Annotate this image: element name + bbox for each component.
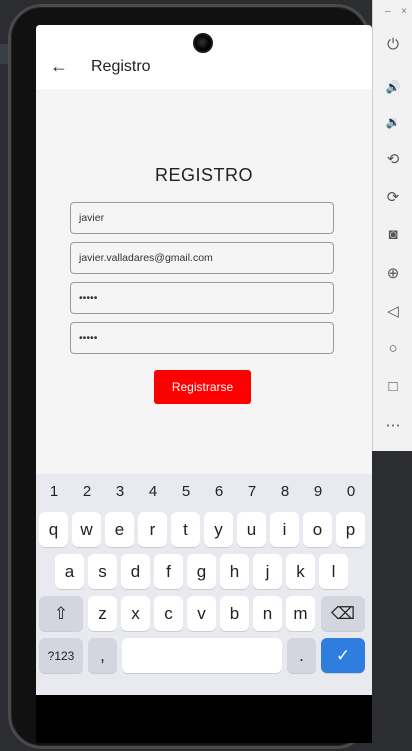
more-icon[interactable]: ⋯ (373, 416, 412, 434)
key-k[interactable]: k (286, 554, 315, 589)
rotate-right-icon[interactable]: ⟳ (373, 188, 412, 206)
front-camera (193, 33, 213, 53)
key-c[interactable]: c (154, 596, 183, 631)
key-d[interactable]: d (121, 554, 150, 589)
key-v[interactable]: v (187, 596, 216, 631)
volume-down-icon[interactable]: 🔉 (373, 115, 412, 129)
app-bar-title: Registro (91, 58, 151, 75)
key-u[interactable]: u (237, 512, 266, 547)
key-j[interactable]: j (253, 554, 282, 589)
zoom-icon[interactable]: ⊕ (373, 264, 412, 282)
backspace-key-icon[interactable]: ⌫ (321, 596, 365, 631)
overview-icon[interactable]: □ (373, 378, 412, 395)
key-z[interactable]: z (88, 596, 117, 631)
navigation-bar (36, 695, 372, 743)
key-y[interactable]: y (204, 512, 233, 547)
key-p[interactable]: p (336, 512, 365, 547)
key-s[interactable]: s (88, 554, 117, 589)
phone-frame: ← Registro REGISTRO javier javier.vallad… (8, 4, 372, 749)
key-8[interactable]: 8 (269, 480, 301, 504)
comma-key[interactable]: , (88, 638, 117, 673)
key-b[interactable]: b (220, 596, 249, 631)
back-arrow-icon[interactable]: ← (50, 57, 68, 75)
home-icon[interactable]: ○ (373, 340, 412, 357)
confirm-password-field[interactable]: ••••• (70, 322, 334, 354)
key-h[interactable]: h (220, 554, 249, 589)
power-icon[interactable]: ⏻ (373, 36, 412, 53)
key-o[interactable]: o (303, 512, 332, 547)
emulator-toolbar: – × ⏻ 🔊 🔉 ⟲ ⟳ ◙ ⊕ ◁ ○ □ ⋯ (372, 0, 412, 451)
close-icon[interactable]: × (401, 6, 407, 17)
enter-check-icon[interactable]: ✓ (321, 638, 365, 673)
key-4[interactable]: 4 (137, 480, 169, 504)
rotate-left-icon[interactable]: ⟲ (373, 150, 412, 168)
camera-icon[interactable]: ◙ (373, 226, 412, 243)
key-q[interactable]: q (39, 512, 68, 547)
key-2[interactable]: 2 (71, 480, 103, 504)
key-r[interactable]: r (138, 512, 167, 547)
key-e[interactable]: e (105, 512, 134, 547)
key-w[interactable]: w (72, 512, 101, 547)
key-3[interactable]: 3 (104, 480, 136, 504)
key-1[interactable]: 1 (38, 480, 70, 504)
on-screen-keyboard: 1 2 3 4 5 6 7 8 9 0 q w e r t y u i o p (36, 474, 372, 695)
key-7[interactable]: 7 (236, 480, 268, 504)
symbols-key[interactable]: ?123 (39, 638, 83, 673)
key-9[interactable]: 9 (302, 480, 334, 504)
key-g[interactable]: g (187, 554, 216, 589)
key-6[interactable]: 6 (203, 480, 235, 504)
key-x[interactable]: x (121, 596, 150, 631)
number-row: 1 2 3 4 5 6 7 8 9 0 (36, 480, 372, 504)
space-key[interactable] (122, 638, 282, 673)
email-field[interactable]: javier.valladares@gmail.com (70, 242, 334, 274)
period-key[interactable]: . (287, 638, 316, 673)
key-0[interactable]: 0 (335, 480, 367, 504)
key-t[interactable]: t (171, 512, 200, 547)
key-f[interactable]: f (154, 554, 183, 589)
volume-up-icon[interactable]: 🔊 (373, 80, 412, 94)
registration-form: REGISTRO javier javier.valladares@gmail.… (36, 89, 372, 474)
minimize-icon[interactable]: – (385, 6, 391, 17)
name-field[interactable]: javier (70, 202, 334, 234)
register-button[interactable]: Registrarse (154, 370, 251, 404)
device-screen: ← Registro REGISTRO javier javier.vallad… (36, 25, 372, 743)
back-icon[interactable]: ◁ (373, 302, 412, 320)
form-heading: REGISTRO (154, 165, 253, 185)
password-field[interactable]: ••••• (70, 282, 334, 314)
key-l[interactable]: l (319, 554, 348, 589)
key-m[interactable]: m (286, 596, 315, 631)
key-5[interactable]: 5 (170, 480, 202, 504)
key-n[interactable]: n (253, 596, 282, 631)
shift-key-icon[interactable]: ⇧ (39, 596, 83, 631)
key-a[interactable]: a (55, 554, 84, 589)
key-i[interactable]: i (270, 512, 299, 547)
